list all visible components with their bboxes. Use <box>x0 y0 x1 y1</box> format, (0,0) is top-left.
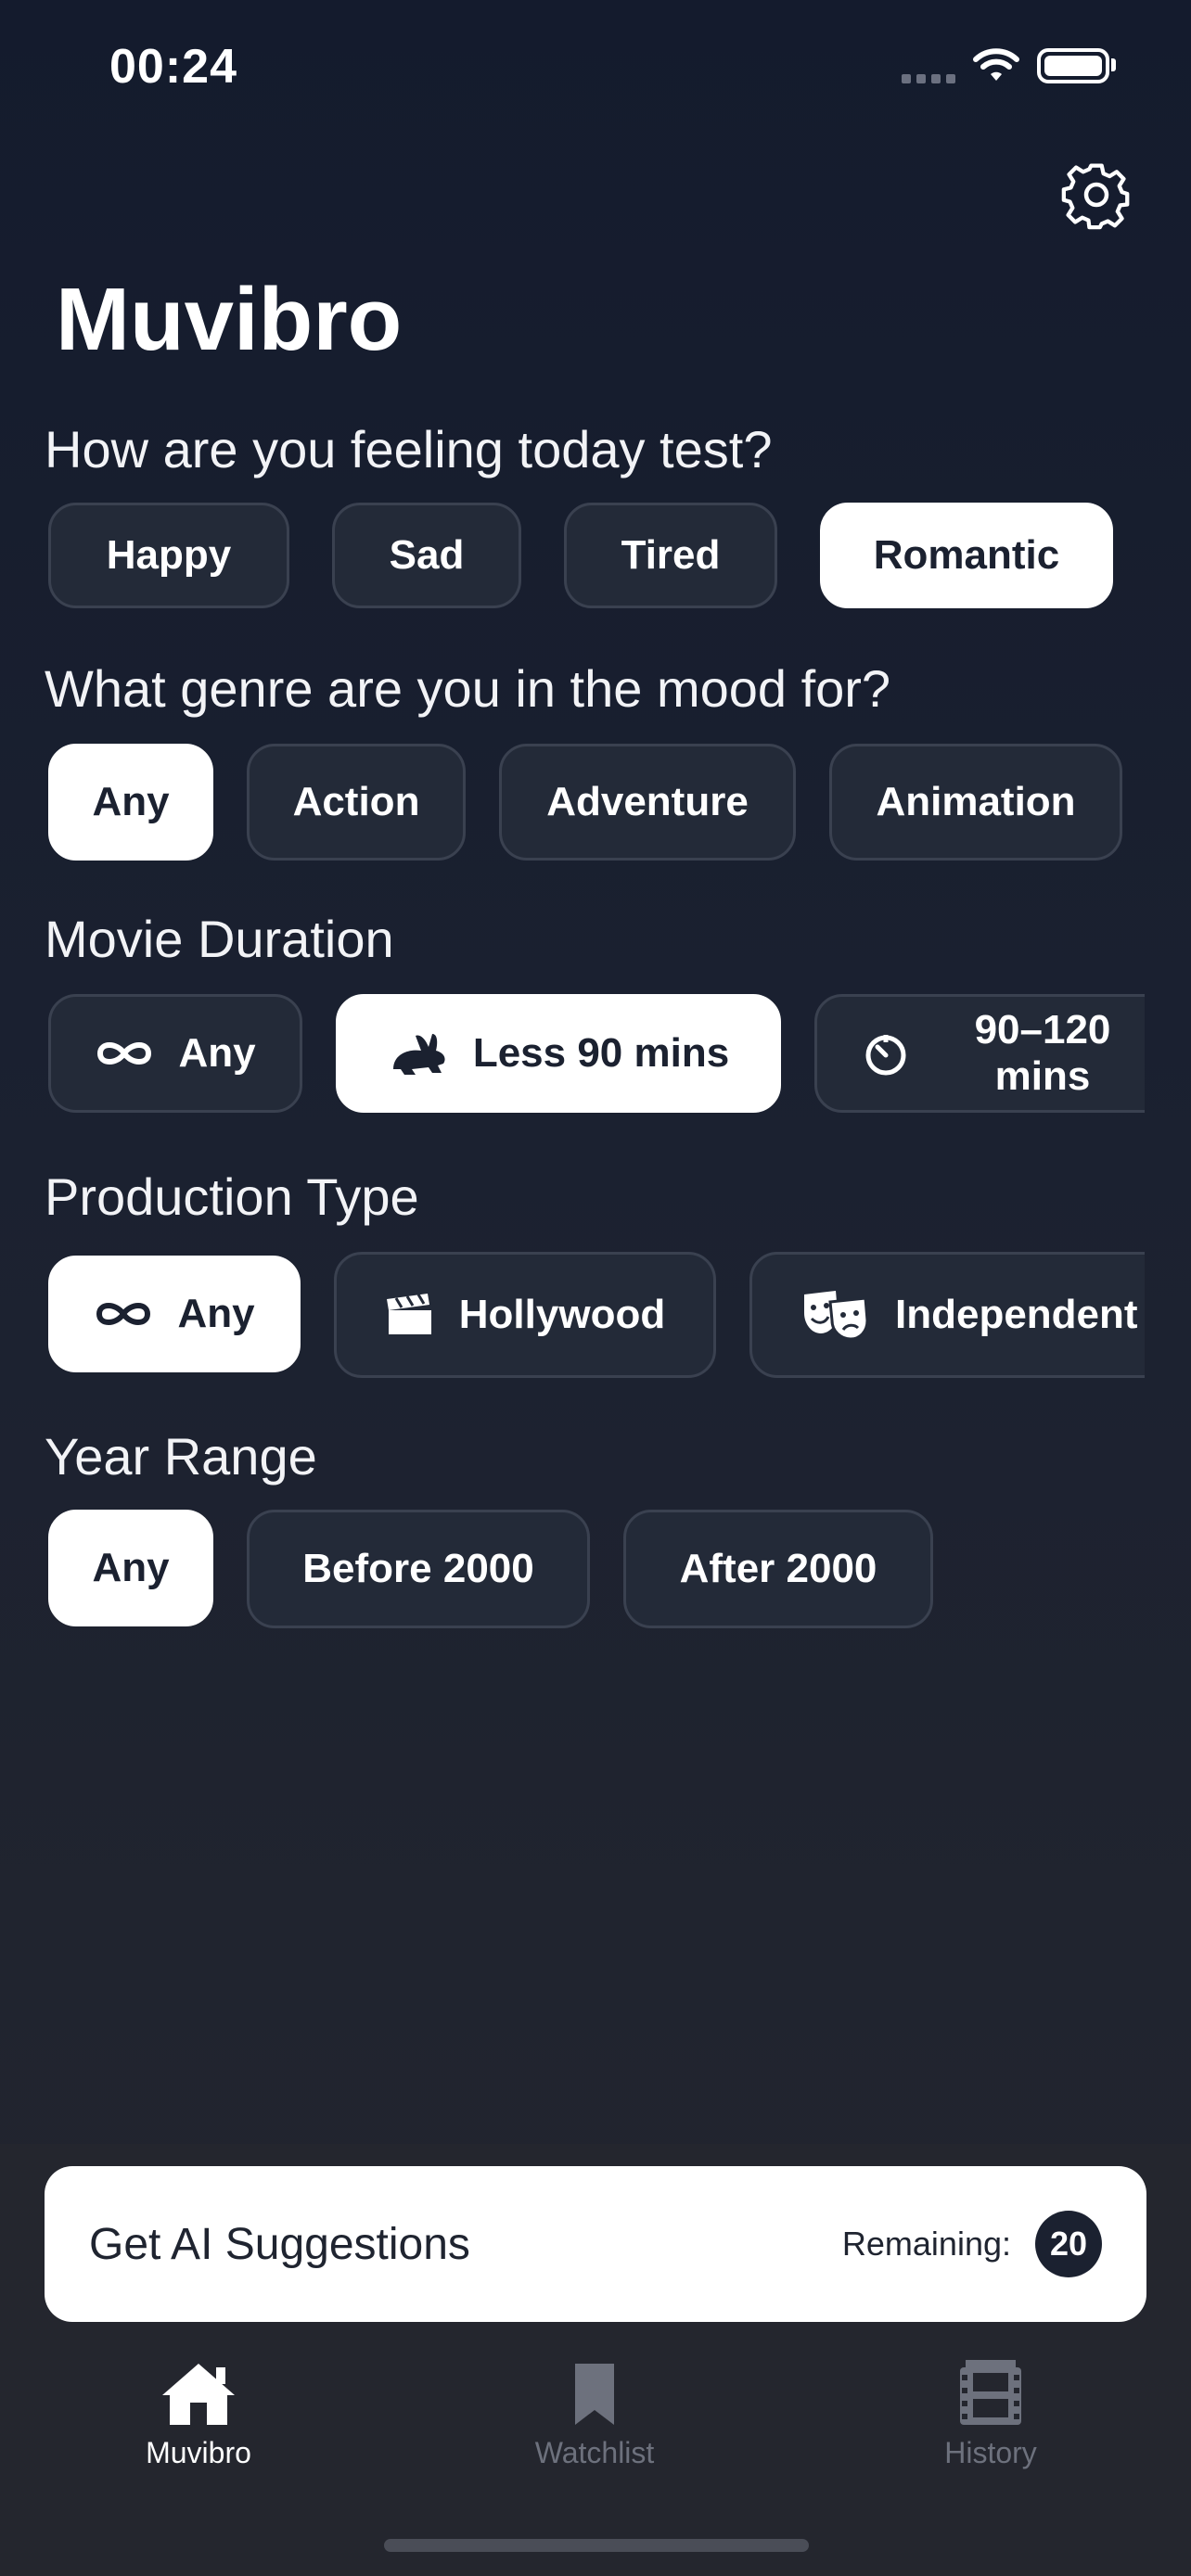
cellular-signal-icon <box>902 74 959 85</box>
tab-muvibro-label: Muvibro <box>146 2436 251 2469</box>
production-option-any[interactable]: Any <box>48 1256 301 1372</box>
production-label: Production Type <box>45 1167 419 1226</box>
genre-option-animation[interactable]: Animation <box>829 744 1122 861</box>
duration-option-any[interactable]: Any <box>48 994 302 1113</box>
wifi-icon <box>972 46 1020 88</box>
production-option-hollywood-label: Hollywood <box>458 1292 666 1337</box>
duration-options: Any Less 90 mins 90–120 mins <box>48 994 1145 1113</box>
tab-watchlist[interactable]: Watchlist <box>502 2360 687 2470</box>
duration-option-less-90-label: Less 90 mins <box>472 1030 730 1076</box>
year-option-after-2000[interactable]: After 2000 <box>623 1510 933 1628</box>
duration-label: Movie Duration <box>45 910 394 968</box>
genre-question: What genre are you in the mood for? <box>45 659 891 718</box>
remaining-counter: Remaining: 20 <box>842 2211 1102 2277</box>
infinity-icon <box>97 1042 152 1065</box>
tab-history-label: History <box>944 2436 1037 2469</box>
genre-option-adventure[interactable]: Adventure <box>499 744 796 861</box>
theater-masks-icon <box>804 1291 869 1341</box>
settings-gear-icon[interactable] <box>1061 159 1132 230</box>
production-option-independent-label: Independent <box>895 1292 1138 1337</box>
year-label: Year Range <box>45 1427 317 1486</box>
tab-history[interactable]: History <box>898 2360 1083 2470</box>
status-time: 00:24 <box>109 40 237 94</box>
mood-option-romantic[interactable]: Romantic <box>820 503 1113 608</box>
battery-icon <box>1037 48 1109 83</box>
year-option-before-2000[interactable]: Before 2000 <box>247 1510 590 1628</box>
production-option-independent[interactable]: Independent <box>749 1252 1145 1378</box>
house-icon <box>162 2364 235 2425</box>
home-indicator <box>384 2539 809 2552</box>
year-options: Any Before 2000 After 2000 <box>48 1510 1143 1628</box>
page-title: Muvibro <box>56 270 403 369</box>
remaining-label: Remaining: <box>841 2225 1011 2263</box>
bookmark-icon <box>575 2364 614 2425</box>
film-icon <box>960 2360 1021 2425</box>
genre-option-action[interactable]: Action <box>247 744 466 861</box>
duration-option-90-120[interactable]: 90–120 mins <box>814 994 1145 1113</box>
genre-option-any[interactable]: Any <box>48 744 213 861</box>
production-option-hollywood[interactable]: Hollywood <box>334 1252 716 1378</box>
timer-icon <box>865 1035 906 1076</box>
duration-option-90-120-label: 90–120 mins <box>974 1007 1111 1099</box>
duration-option-any-label: Any <box>178 1030 256 1076</box>
infinity-icon <box>96 1303 151 1325</box>
duration-option-less-90[interactable]: Less 90 mins <box>336 994 781 1113</box>
year-option-any[interactable]: Any <box>48 1510 213 1626</box>
production-options: Any Hollywood Independent <box>48 1252 1145 1378</box>
mood-option-happy[interactable]: Happy <box>48 503 289 608</box>
tab-watchlist-label: Watchlist <box>534 2436 655 2469</box>
mood-option-tired[interactable]: Tired <box>564 503 777 608</box>
remaining-count-badge: 20 <box>1035 2211 1102 2277</box>
rabbit-icon <box>392 1034 445 1075</box>
mood-options: Happy Sad Tired Romantic <box>48 503 1143 608</box>
production-option-any-label: Any <box>177 1291 255 1336</box>
get-suggestions-button[interactable]: Get AI Suggestions Remaining: 20 <box>45 2166 1146 2322</box>
tab-muvibro[interactable]: Muvibro <box>106 2360 291 2470</box>
battery-tip <box>1111 58 1116 71</box>
mood-option-sad[interactable]: Sad <box>332 503 521 608</box>
genre-options: Any Action Adventure Animation <box>48 744 1143 861</box>
clapperboard-icon <box>386 1294 431 1334</box>
mood-question: How are you feeling today test? <box>45 420 773 478</box>
get-suggestions-label: Get AI Suggestions <box>89 2219 470 2269</box>
